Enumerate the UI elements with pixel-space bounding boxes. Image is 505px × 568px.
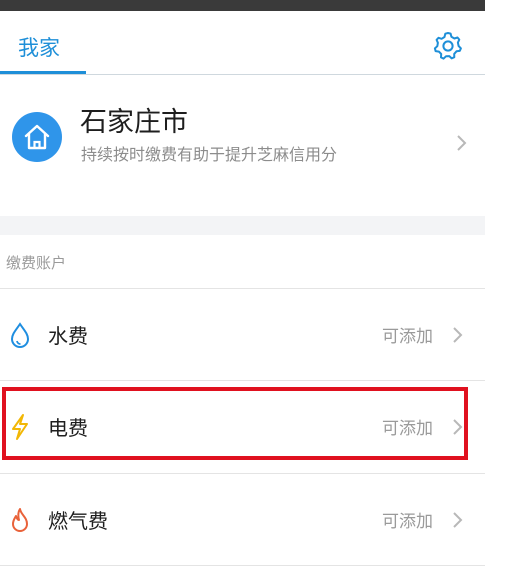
tab-divider [0, 74, 485, 75]
chevron-right-icon [457, 135, 467, 151]
chevron-right-icon [453, 512, 463, 528]
tab-my-home[interactable]: 我家 [18, 32, 60, 62]
gear-icon[interactable] [432, 30, 464, 62]
tab-bar: 我家 [0, 11, 485, 76]
account-row-gas[interactable]: 燃气费 可添加 [0, 473, 485, 565]
section-gap [0, 216, 485, 235]
add-status: 可添加 [382, 512, 433, 532]
account-name: 水费 [48, 324, 88, 348]
add-status: 可添加 [382, 327, 433, 347]
flame-icon [12, 508, 28, 532]
highlight-box [2, 387, 468, 460]
section-label: 缴费账户 [6, 254, 67, 272]
chevron-right-icon [453, 327, 463, 343]
status-strip [0, 0, 485, 11]
divider [0, 565, 485, 566]
right-gutter [485, 0, 505, 568]
account-row-water[interactable]: 水费 可添加 [0, 288, 485, 380]
water-drop-icon [10, 322, 30, 348]
home-icon [12, 112, 62, 162]
credit-tip: 持续按时缴费有助于提升芝麻信用分 [81, 145, 338, 164]
city-name: 石家庄市 [80, 107, 188, 138]
home-card[interactable]: 石家庄市 持续按时缴费有助于提升芝麻信用分 [0, 76, 485, 216]
account-name: 燃气费 [48, 509, 108, 533]
